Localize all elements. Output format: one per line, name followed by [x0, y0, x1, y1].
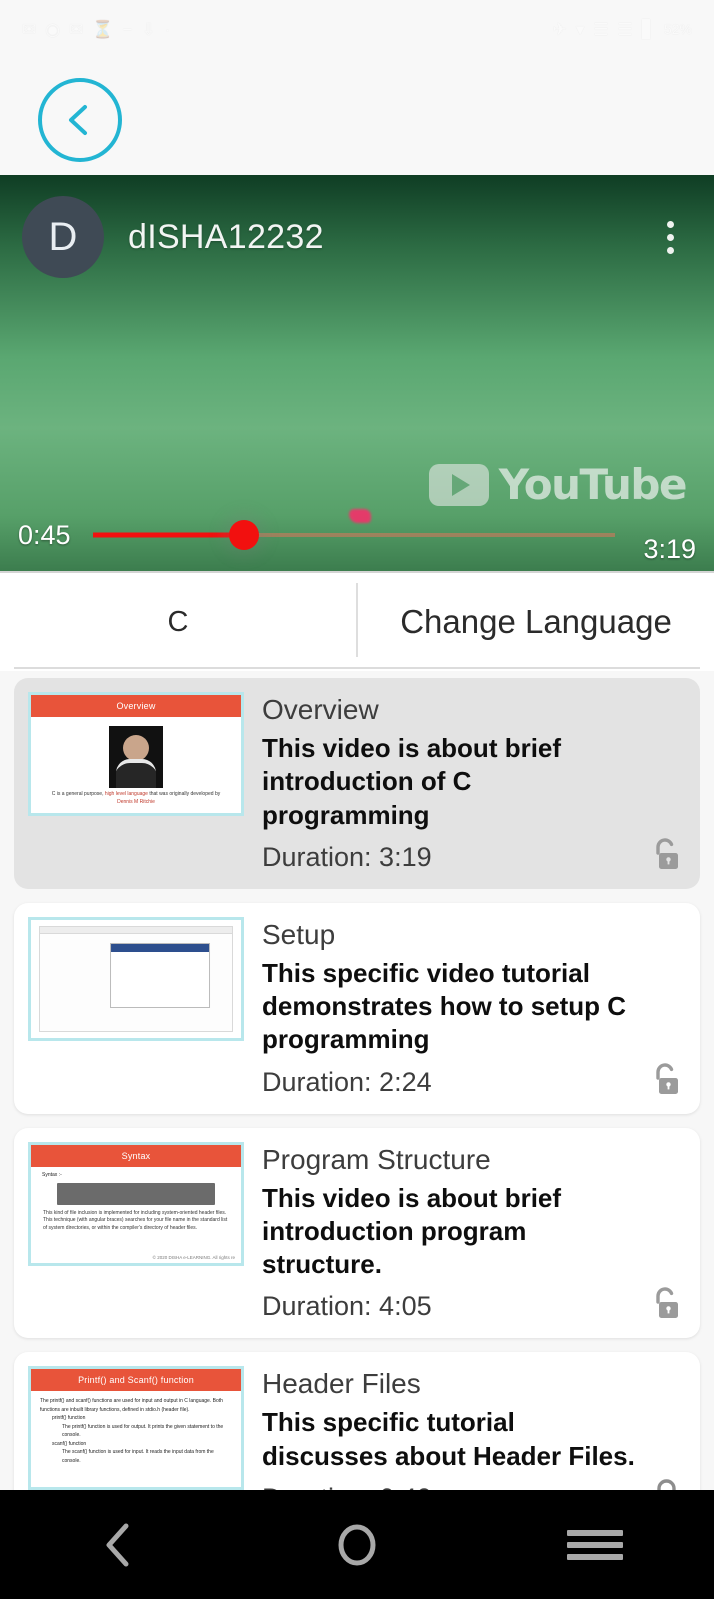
lesson-description: This video is about brief introduction p…: [262, 1182, 562, 1280]
top-bar: [0, 58, 714, 175]
nav-recents-icon[interactable]: [535, 1490, 655, 1599]
list-item[interactable]: Overview C is a general purpose, high le…: [14, 678, 700, 889]
thumbnail-caption: C is a general purpose, high level langu…: [51, 791, 221, 805]
kebab-menu-icon[interactable]: [648, 220, 692, 254]
lesson-thumbnail: Printf() and Scanf() function The printf…: [28, 1366, 244, 1490]
lesson-thumbnail: Syntax Syntax :- This kind of file inclu…: [28, 1141, 244, 1266]
battery-icon: ▋: [641, 19, 655, 39]
tab-course-c-label: C: [167, 605, 189, 638]
back-chevron-icon: [58, 98, 102, 142]
unlock-icon[interactable]: [648, 835, 684, 875]
nav-home-icon[interactable]: [297, 1490, 417, 1599]
thumbnail-portrait: [109, 726, 163, 788]
signal-bar-icon: ☰: [593, 19, 609, 39]
app-root: ✉ ◉ ✉ ⏳ − ⇩ · ✈ ▾ ☰ ☰ ▋ 52% D dISHA12232…: [0, 0, 714, 1599]
download-icon: ⇩: [141, 19, 156, 39]
lesson-description: This video is about brief introduction o…: [262, 733, 562, 830]
lesson-duration: Duration: 3:19: [262, 841, 432, 872]
lesson-info: Overview This video is about brief intro…: [244, 692, 686, 873]
list-item[interactable]: Printf() and Scanf() function The printf…: [14, 1352, 700, 1490]
thumbnail-footer: © 2020 DISHA e-LEARNING. All rights re: [152, 1254, 235, 1260]
lesson-description: This specific video tutorial demonstrate…: [262, 957, 627, 1055]
minus-icon: −: [122, 19, 133, 39]
thumbnail-screenshot: [39, 925, 233, 1032]
lesson-title: Overview: [262, 694, 379, 725]
lesson-list[interactable]: Overview C is a general purpose, high le…: [0, 678, 714, 1490]
vpn-icon: ✈: [552, 19, 567, 39]
tab-course-c[interactable]: C: [0, 573, 356, 671]
tab-change-language[interactable]: Change Language: [358, 573, 714, 671]
channel-avatar: D: [22, 196, 104, 278]
thumbnail-header: Syntax: [31, 1144, 241, 1167]
thumbnail-bullets: The printf() and scanf() functions are u…: [40, 1398, 224, 1464]
lesson-description: This specific tutorial discusses about H…: [262, 1407, 635, 1471]
android-navigation-bar: [0, 1490, 714, 1599]
seek-progress: [92, 532, 245, 538]
seek-bar[interactable]: [92, 520, 616, 550]
battery-percent-label: 52%: [663, 21, 692, 37]
tab-change-language-label: Change Language: [400, 603, 672, 640]
clock-icon: ⏳: [92, 19, 114, 39]
tab-bottom-rule: [14, 667, 700, 669]
app-icon: ◉: [45, 19, 61, 39]
list-item[interactable]: Setup This specific video tutorial demon…: [14, 902, 700, 1114]
player-controls: 0:45 3:19: [0, 499, 714, 571]
status-bar-right-icons: ✈ ▾ ☰ ☰ ▋ 52%: [553, 21, 692, 38]
wifi-icon: ▾: [575, 19, 585, 39]
lesson-thumbnail: [28, 916, 244, 1041]
lesson-title: Header Files: [262, 1368, 421, 1400]
mail-icon: ✉: [69, 19, 84, 39]
lock-icon[interactable]: [648, 1476, 684, 1490]
thumbnail-body-text: This kind of file inclusion is implement…: [43, 1209, 228, 1231]
lesson-duration: Duration: 2:24: [262, 1066, 432, 1097]
unlock-icon[interactable]: [648, 1284, 684, 1324]
dot-icon: ·: [164, 19, 171, 39]
lesson-info: Program Structure This video is about br…: [244, 1142, 686, 1323]
channel-name: dISHA12232: [128, 217, 324, 256]
thumbnail-header: Overview: [31, 695, 241, 717]
tab-bar: C Change Language: [0, 571, 714, 671]
lesson-thumbnail: Overview C is a general purpose, high le…: [28, 692, 244, 816]
back-button[interactable]: [38, 78, 122, 162]
player-header: D dISHA12232: [0, 189, 714, 285]
thumbnail-header: Printf() and Scanf() function: [31, 1369, 241, 1392]
message-icon: ✉: [22, 19, 37, 39]
thumbnail-syntax-label: Syntax :-: [42, 1171, 62, 1178]
thumbnail-code-box: [57, 1182, 215, 1205]
lesson-info: Header Files This specific tutorial disc…: [244, 1366, 686, 1490]
lesson-info: Setup This specific video tutorial demon…: [244, 917, 686, 1098]
current-time-label: 0:45: [18, 519, 71, 550]
list-item[interactable]: Syntax Syntax :- This kind of file inclu…: [14, 1127, 700, 1339]
status-bar-left-icons: ✉ ◉ ✉ ⏳ − ⇩ ·: [22, 21, 170, 38]
unlock-icon[interactable]: [648, 1060, 684, 1100]
seek-thumb[interactable]: [229, 520, 260, 550]
lesson-duration: Duration: 4:05: [262, 1291, 432, 1322]
total-time-label: 3:19: [643, 533, 696, 564]
lesson-title: Setup: [262, 918, 336, 950]
signal-bar2-icon: ☰: [617, 19, 633, 39]
lesson-title: Program Structure: [262, 1143, 491, 1175]
status-bar: ✉ ◉ ✉ ⏳ − ⇩ · ✈ ▾ ☰ ☰ ▋ 52%: [0, 0, 714, 58]
nav-back-icon[interactable]: [59, 1490, 179, 1599]
video-player[interactable]: D dISHA12232 YouTube 0:45 3:19: [0, 175, 714, 571]
lesson-duration: Duration: 6:40: [262, 1483, 640, 1490]
